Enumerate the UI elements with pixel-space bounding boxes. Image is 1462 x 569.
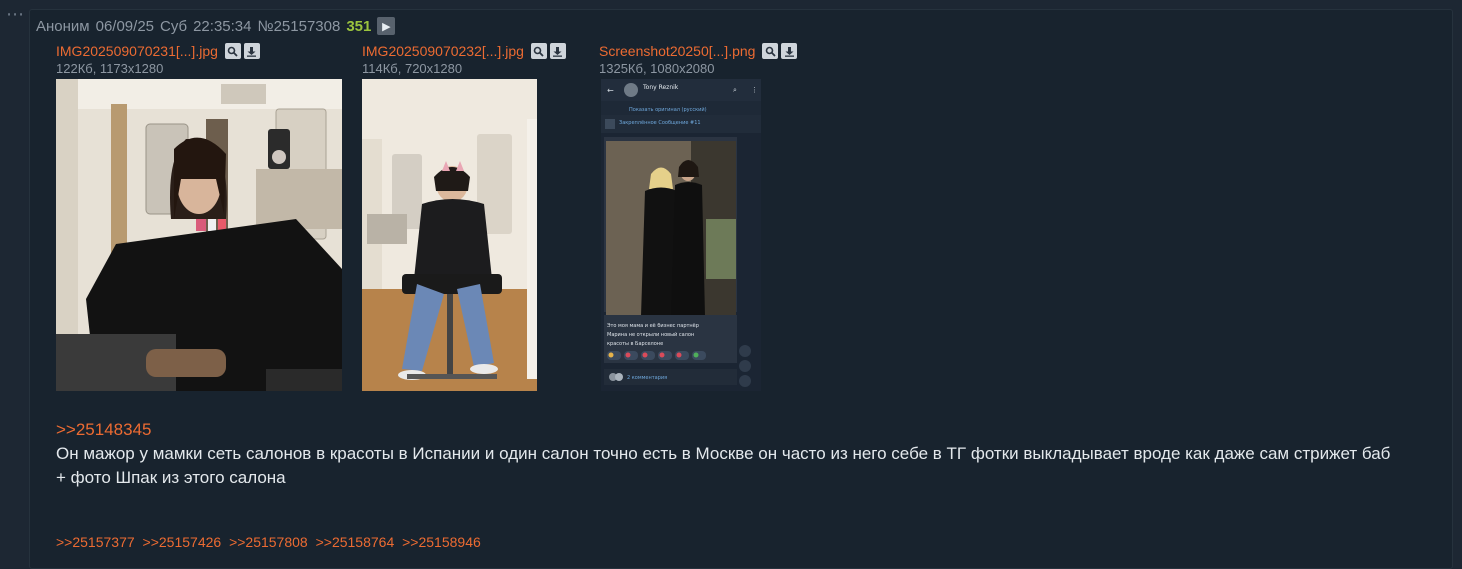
file-3-meta: 1325Кб, 1080x2080 — [599, 61, 715, 76]
svg-text:←: ← — [607, 86, 614, 95]
quote-link[interactable]: >>25148345 — [56, 420, 152, 439]
search-icon[interactable] — [762, 43, 779, 59]
search-icon[interactable] — [224, 43, 241, 59]
screenshot-channel-name: Tony Reznik — [642, 84, 679, 91]
screenshot-comments-text: 2 комментария — [627, 375, 667, 381]
download-icon[interactable] — [781, 43, 798, 59]
post-date: 06/09/25 — [95, 17, 154, 35]
post-menu-icon[interactable]: ⋯ — [6, 4, 25, 24]
file-1-name[interactable]: IMG202509070231[...].jpg — [56, 43, 218, 59]
reply-count: 351 — [346, 17, 372, 35]
post-weekday: Суб — [160, 17, 188, 35]
post: Аноним 06/09/25 Суб 22:35:34 №25157308 3… — [29, 9, 1453, 569]
backlink[interactable]: >>25158946 — [402, 534, 481, 550]
post-author: Аноним — [36, 17, 90, 35]
post-comment: >>25148345 Он мажор у мамки сеть салонов… — [56, 418, 1436, 490]
download-icon[interactable] — [549, 43, 566, 59]
screenshot-caption-2: Марина не открыли новый салон — [607, 331, 694, 338]
image-thumbnail-1[interactable] — [56, 79, 342, 391]
file-1: IMG202509070231[...].jpg 122Кб, 1173x128… — [56, 41, 260, 76]
backlink[interactable]: >>25157808 — [229, 534, 308, 550]
comment-line-1: Он мажор у мамки сеть салонов в красоты … — [56, 444, 1391, 463]
backlink[interactable]: >>25158764 — [316, 534, 395, 550]
backlinks: >>25157377 >>25157426 >>25157808 >>25158… — [56, 534, 485, 550]
screenshot-caption-3: красоты в Барселоне — [607, 341, 663, 347]
screenshot-caption-1: Это моя мама и её бизнес партнёр — [607, 323, 699, 329]
play-icon[interactable]: ▶ — [377, 17, 396, 35]
backlink[interactable]: >>25157377 — [56, 534, 135, 550]
search-icon[interactable] — [530, 43, 547, 59]
screenshot-pinned-text: Закреплённое Сообщение #11 — [619, 120, 701, 126]
download-icon[interactable] — [243, 43, 260, 59]
post-time: 22:35:34 — [193, 17, 252, 35]
file-3: Screenshot20250[...].png 1325Кб, 1080x20… — [599, 41, 798, 76]
image-thumbnail-2[interactable] — [362, 79, 537, 391]
backlink[interactable]: >>25157426 — [143, 534, 222, 550]
file-2-name[interactable]: IMG202509070232[...].jpg — [362, 43, 524, 59]
comment-line-2: + фото Шпак из этого салона — [56, 468, 286, 487]
file-2: IMG202509070232[...].jpg 114Кб, 720x1280 — [362, 41, 566, 76]
post-header: Аноним 06/09/25 Суб 22:35:34 №25157308 3… — [36, 16, 396, 36]
file-3-name[interactable]: Screenshot20250[...].png — [599, 43, 755, 59]
post-number[interactable]: №25157308 — [257, 18, 340, 35]
svg-text:⌕: ⌕ — [733, 86, 737, 94]
file-1-meta: 122Кб, 1173x1280 — [56, 61, 164, 76]
svg-text:⋮: ⋮ — [751, 86, 758, 94]
screenshot-translate-text: Показать оригинал (русский) — [629, 106, 707, 113]
file-2-meta: 114Кб, 720x1280 — [362, 61, 463, 76]
image-thumbnail-3[interactable]: ← Tony Reznik ⌕ ⋮ Показать оригинал (рус… — [601, 79, 761, 391]
